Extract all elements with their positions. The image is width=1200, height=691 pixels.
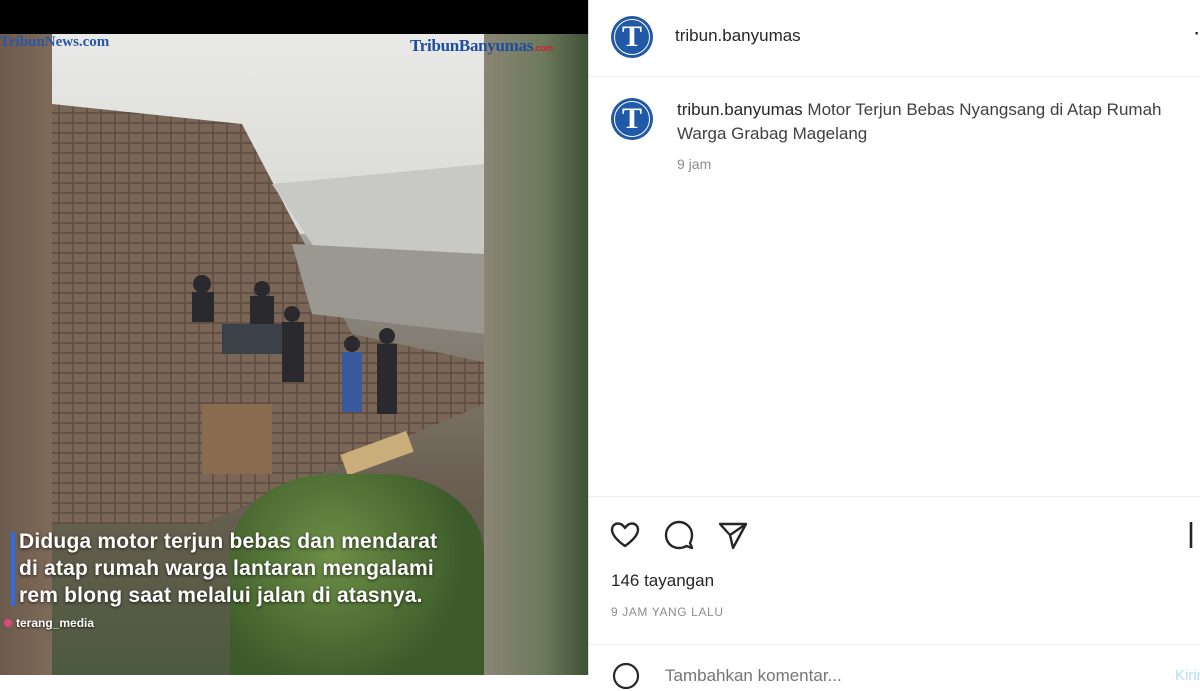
caption-username-link[interactable]: tribun.banyumas: [677, 100, 803, 119]
watermark-right: TribunBanyumas.com: [410, 36, 553, 56]
post-actions: 146 tayangan 9 JAM YANG LALU: [589, 496, 1200, 645]
post-comment-button[interactable]: Kirim: [1175, 667, 1200, 684]
post-caption: tribun.banyumas Motor Terjun Bebas Nyang…: [677, 98, 1197, 146]
view-count[interactable]: 146 tayangan: [611, 571, 714, 591]
comment-icon[interactable]: [663, 519, 695, 551]
avatar[interactable]: T: [611, 16, 653, 58]
roof-scene: [52, 104, 484, 524]
caption-line: di atap rumah warga lantaran mengalami: [19, 557, 434, 580]
avatar-ring: [614, 101, 650, 137]
video-caption: Diduga motor terjun bebas dan mendarat d…: [19, 528, 539, 609]
heart-icon[interactable]: [609, 519, 641, 551]
comment-box: Kirim: [589, 644, 1200, 690]
bookmark-icon[interactable]: [1189, 519, 1200, 551]
posted-time: 9 JAM YANG LALU: [611, 605, 724, 619]
video-credit: terang_media: [4, 616, 94, 630]
watermark-right-suffix: .com: [533, 43, 553, 53]
credit-text: terang_media: [16, 616, 95, 630]
comment-avatar[interactable]: T: [611, 98, 653, 140]
video-player[interactable]: TribunNews.com TribunBanyumas.com Diduga…: [0, 0, 588, 675]
caption-line: Diduga motor terjun bebas dan mendarat: [19, 530, 438, 553]
emoji-icon[interactable]: [611, 661, 641, 691]
watermark-left: TribunNews.com: [0, 34, 110, 50]
watermark-right-text: TribunBanyumas: [410, 36, 534, 55]
caption-accent-bar: [11, 532, 15, 606]
share-icon[interactable]: [717, 519, 749, 551]
header-username-link[interactable]: tribun.banyumas: [675, 26, 801, 46]
media-top-bar: [0, 0, 588, 34]
caption-time[interactable]: 9 jam: [677, 156, 711, 172]
post-header: T tribun.banyumas ⋯: [589, 0, 1200, 77]
credit-dot-icon: [4, 619, 12, 627]
caption-line: rem blong saat melalui jalan di atasnya.: [19, 584, 423, 607]
comment-input[interactable]: [663, 665, 1127, 687]
more-options-icon[interactable]: ⋯: [1193, 20, 1200, 46]
post-panel: T tribun.banyumas ⋯ T tribun.banyumas Mo…: [588, 0, 1200, 690]
avatar-ring: [614, 19, 650, 55]
